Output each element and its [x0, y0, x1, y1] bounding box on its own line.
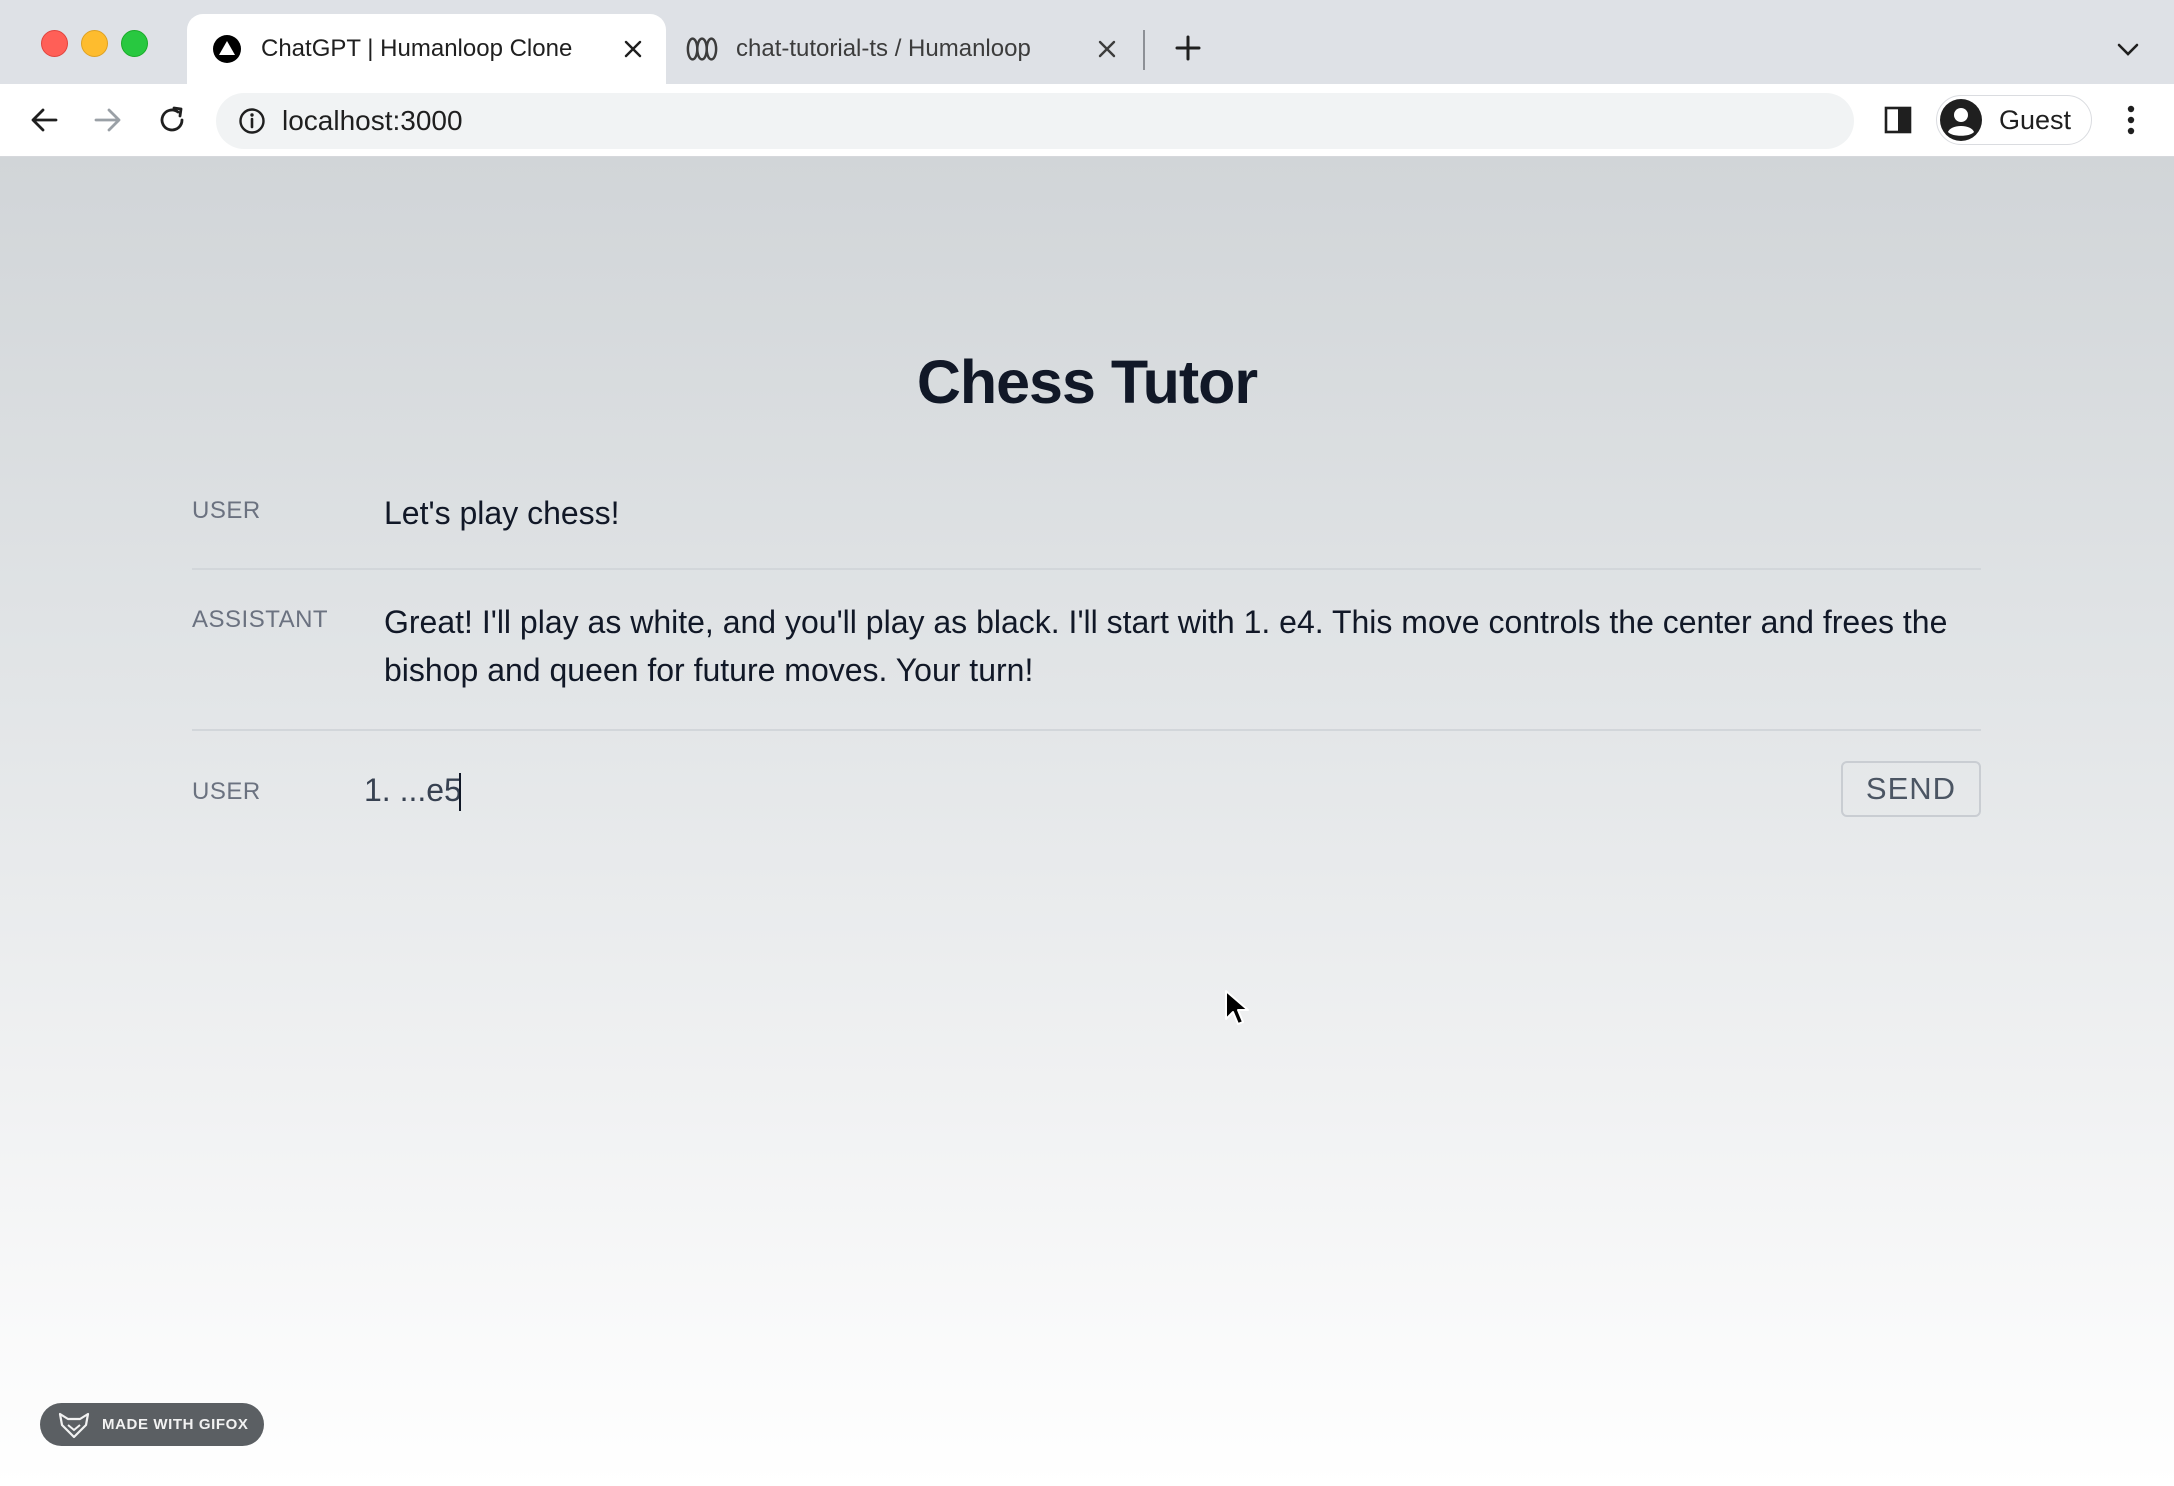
- back-arrow-icon[interactable]: [24, 100, 64, 140]
- gifox-label: MADE WITH GIFOX: [102, 1416, 249, 1433]
- close-tab-icon[interactable]: [1092, 34, 1122, 64]
- message-role-label: ASSISTANT: [192, 606, 329, 633]
- message-content: Great! I'll play as white, and you'll pl…: [384, 604, 1948, 688]
- close-window-button[interactable]: [41, 30, 68, 57]
- side-panel-icon[interactable]: [1880, 102, 1916, 138]
- humanloop-logo-icon: [686, 33, 718, 65]
- more-vertical-icon[interactable]: [2116, 102, 2146, 138]
- close-tab-icon[interactable]: [618, 34, 648, 64]
- url-text: localhost:3000: [282, 105, 463, 136]
- tab-chat-tutorial-ts[interactable]: chat-tutorial-ts / Humanloop: [674, 14, 1140, 84]
- new-tab-plus-icon[interactable]: [1170, 30, 1206, 66]
- tab-chatgpt-humanloop-clone[interactable]: ChatGPT | Humanloop Clone: [187, 14, 666, 84]
- text-caret: [459, 773, 461, 811]
- send-button[interactable]: SEND: [1841, 761, 1981, 817]
- fox-logo-icon: [58, 1411, 90, 1439]
- tab-search-chevron-down-icon[interactable]: [2112, 34, 2144, 66]
- page-content: Chess Tutor USER Let's play chess! ASSIS…: [0, 157, 2174, 1486]
- site-info-icon[interactable]: [236, 105, 268, 137]
- browser-toolbar: localhost:3000 Guest: [0, 84, 2174, 157]
- chat-message: USER Let's play chess!: [192, 461, 1981, 570]
- minimize-window-button[interactable]: [81, 30, 108, 57]
- avatar-icon: [1939, 98, 1983, 142]
- message-content: Let's play chess!: [384, 495, 620, 531]
- gifox-badge[interactable]: MADE WITH GIFOX: [40, 1403, 264, 1446]
- tab-separator: [1143, 30, 1145, 70]
- message-role-label: USER: [192, 497, 261, 524]
- message-composer: USER SEND: [192, 731, 1981, 853]
- profile-button[interactable]: Guest: [1936, 95, 2092, 145]
- tab-title: ChatGPT | Humanloop Clone: [261, 35, 573, 62]
- tab-strip: ChatGPT | Humanloop Clone chat-tutorial-…: [0, 0, 2174, 84]
- triangle-logo-icon: [211, 33, 243, 65]
- address-bar[interactable]: localhost:3000: [216, 93, 1854, 149]
- chat-message: ASSISTANT Great! I'll play as white, and…: [192, 570, 1981, 731]
- reload-icon[interactable]: [152, 100, 192, 140]
- forward-arrow-icon[interactable]: [88, 100, 128, 140]
- message-input[interactable]: [364, 760, 1841, 820]
- tab-title: chat-tutorial-ts / Humanloop: [736, 35, 1031, 62]
- mouse-pointer-icon: [1225, 990, 1249, 1025]
- chat-thread: USER Let's play chess! ASSISTANT Great! …: [192, 461, 1981, 853]
- maximize-window-button[interactable]: [121, 30, 148, 57]
- page-title: Chess Tutor: [916, 348, 1258, 416]
- profile-label: Guest: [1999, 104, 2072, 135]
- composer-role-label: USER: [192, 778, 261, 805]
